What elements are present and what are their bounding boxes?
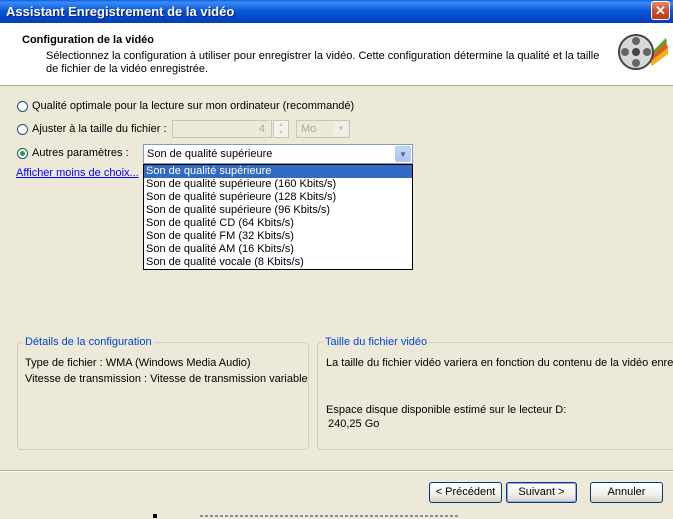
disk-space-label: Espace disque disponible estimé sur le l…: [326, 404, 567, 416]
spin-down-icon[interactable]: ▼: [274, 129, 288, 137]
spin-up-icon[interactable]: ▲: [274, 121, 288, 129]
dropdown-option[interactable]: Son de qualité AM (16 Kbits/s): [144, 243, 412, 256]
file-size-input[interactable]: 4: [172, 120, 272, 138]
file-size-unit-select[interactable]: Mo ▼: [296, 120, 350, 138]
window-title: Assistant Enregistrement de la vidéo: [6, 4, 235, 19]
quality-combo[interactable]: Son de qualité supérieure ▼: [143, 144, 413, 164]
dropdown-option[interactable]: Son de qualité CD (64 Kbits/s): [144, 217, 412, 230]
radio-other-settings[interactable]: [17, 148, 28, 159]
quality-dropdown-list[interactable]: Son de qualité supérieure Son de qualité…: [143, 164, 413, 270]
background-strip: [0, 512, 673, 519]
file-size-legend: Taille du fichier vidéo: [323, 336, 430, 348]
chevron-down-icon[interactable]: ▼: [395, 146, 411, 162]
config-details-legend: Détails de la configuration: [23, 336, 154, 348]
next-button[interactable]: Suivant >: [506, 482, 577, 503]
quality-combo-value: Son de qualité supérieure: [147, 148, 273, 160]
chevron-down-icon[interactable]: ▼: [334, 122, 348, 136]
unit-value: Mo: [301, 123, 317, 135]
previous-button[interactable]: < Précédent: [429, 482, 502, 503]
dropdown-option[interactable]: Son de qualité supérieure: [144, 165, 412, 178]
dropdown-option[interactable]: Son de qualité vocale (8 Kbits/s): [144, 256, 412, 269]
dropdown-option[interactable]: Son de qualité supérieure (96 Kbits/s): [144, 204, 412, 217]
cancel-button[interactable]: Annuler: [590, 482, 663, 503]
disk-space-value: 240,25 Go: [328, 418, 380, 430]
close-button[interactable]: ✕: [651, 1, 670, 20]
footer-separator: [0, 470, 673, 472]
radio-optimal-quality[interactable]: [17, 101, 28, 112]
wizard-header: Configuration de la vidéo Sélectionnez l…: [0, 23, 673, 86]
page-description: Sélectionnez la configuration à utiliser…: [46, 50, 600, 75]
file-size-text: La taille du fichier vidéo variera en fo…: [326, 357, 673, 369]
dropdown-option[interactable]: Son de qualité supérieure (128 Kbits/s): [144, 191, 412, 204]
optimal-quality-label[interactable]: Qualité optimale pour la lecture sur mon…: [32, 100, 354, 112]
dropdown-option[interactable]: Son de qualité FM (32 Kbits/s): [144, 230, 412, 243]
file-type-text: Type de fichier : WMA (Windows Media Aud…: [25, 357, 251, 369]
title-bar: Assistant Enregistrement de la vidéo ✕: [0, 0, 673, 23]
bitrate-text: Vitesse de transmission : Vitesse de tra…: [25, 373, 308, 385]
fit-file-size-label[interactable]: Ajuster à la taille du fichier :: [32, 123, 167, 135]
radio-fit-file-size[interactable]: [17, 124, 28, 135]
other-settings-label[interactable]: Autres paramètres :: [32, 147, 129, 159]
taskbar-fragment: [153, 514, 157, 518]
show-fewer-choices-link[interactable]: Afficher moins de choix...: [16, 167, 139, 179]
file-size-spinner[interactable]: ▲ ▼: [273, 120, 289, 138]
page-title: Configuration de la vidéo: [22, 34, 155, 46]
dropdown-option[interactable]: Son de qualité supérieure (160 Kbits/s): [144, 178, 412, 191]
taskbar-fragment: [200, 515, 460, 517]
film-reel-icon: [618, 34, 668, 70]
